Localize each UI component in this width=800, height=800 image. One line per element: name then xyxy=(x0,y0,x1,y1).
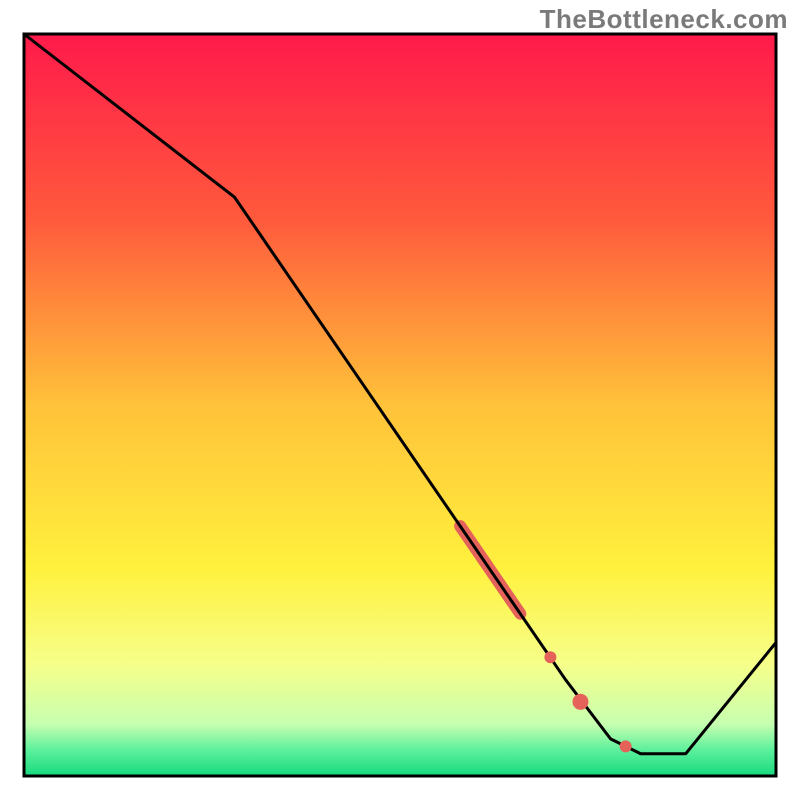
bottleneck-chart xyxy=(0,0,800,800)
watermark-text: TheBottleneck.com xyxy=(540,4,788,35)
highlight-point xyxy=(544,651,556,663)
plot-background xyxy=(24,34,776,776)
highlight-point xyxy=(572,694,588,710)
chart-stage: TheBottleneck.com xyxy=(0,0,800,800)
highlight-point xyxy=(620,740,632,752)
